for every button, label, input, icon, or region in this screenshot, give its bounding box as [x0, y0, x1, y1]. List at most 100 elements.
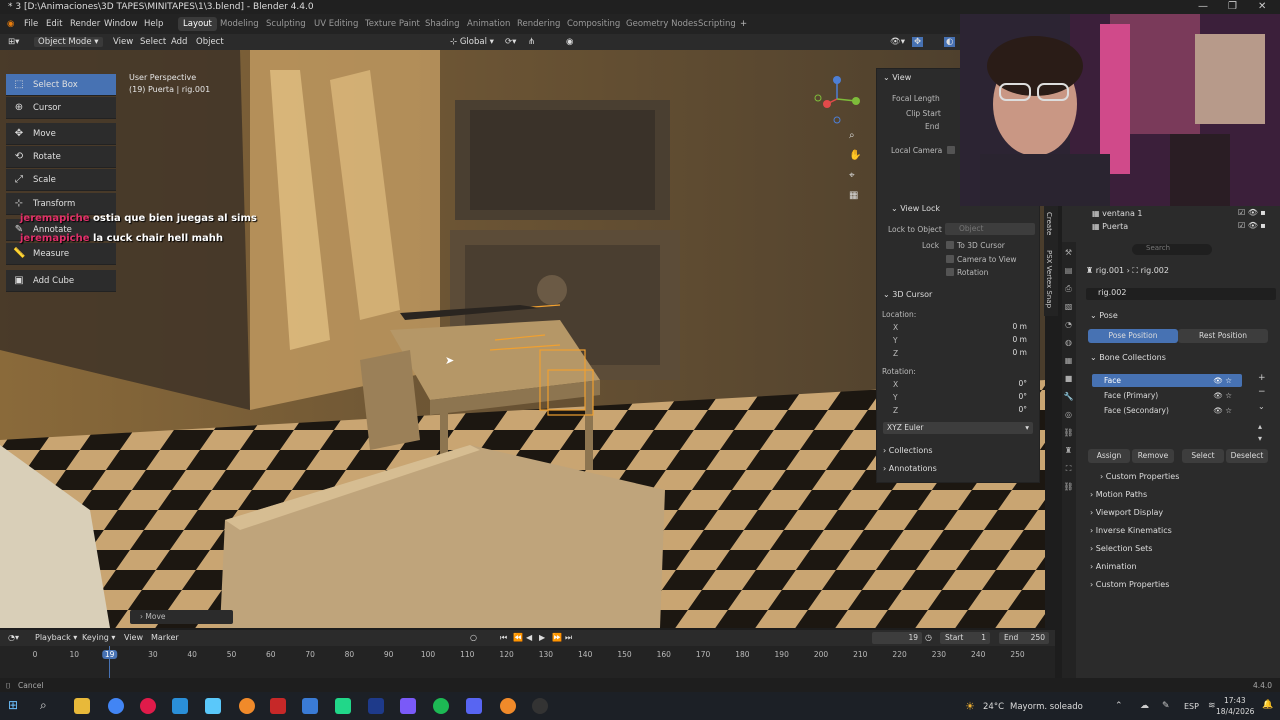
jump-end-icon[interactable]: ⏭ — [565, 633, 572, 643]
loc-y-field[interactable]: 0 m — [885, 334, 1031, 346]
tab-animation[interactable]: Animation — [467, 19, 510, 29]
tool-add-cube[interactable]: ▣ Add Cube — [6, 270, 116, 292]
discord-icon[interactable] — [466, 698, 482, 714]
transform-orientation-dropdown[interactable]: ⊹ Global ▾ — [450, 37, 494, 47]
rotation-lock-checkbox[interactable] — [946, 268, 954, 276]
menu-render[interactable]: Render — [70, 19, 100, 29]
playback-menu[interactable]: Playback ▾ — [35, 633, 77, 642]
tool-measure[interactable]: 📏 Measure — [6, 243, 116, 265]
obs-icon[interactable] — [532, 698, 548, 714]
blender-taskbar-icon[interactable] — [239, 698, 255, 714]
constraint-tab-icon[interactable]: ⛓ — [1063, 428, 1074, 439]
select-menu[interactable]: Select — [140, 37, 166, 47]
modifier-tab-icon[interactable]: 🔧 — [1063, 392, 1074, 403]
wifi-icon[interactable]: ≋ — [1208, 701, 1216, 711]
motion-paths-header[interactable]: › Motion Paths — [1090, 490, 1147, 499]
gizmo-toggle-icon[interactable]: ✥ — [912, 37, 924, 47]
play-reverse-icon[interactable]: ◀ — [526, 633, 532, 642]
search-icon[interactable]: ⌕ — [40, 698, 56, 714]
tab-geometry-nodes[interactable]: Geometry Nodes — [626, 19, 698, 29]
marker-menu[interactable]: Marker — [151, 633, 179, 642]
end-frame-field[interactable]: End 250 — [999, 632, 1049, 644]
loc-z-field[interactable]: 0 m — [885, 347, 1031, 359]
checkbox-icon[interactable]: ☑ — [1238, 208, 1245, 217]
bone-collection-item[interactable]: Face (Secondary) 👁 ☆ — [1092, 404, 1242, 417]
viewport-display-header[interactable]: › Viewport Display — [1090, 508, 1163, 517]
tray-chevron-icon[interactable]: ⌃ — [1115, 701, 1123, 711]
armature-name-field[interactable]: rig.002 — [1086, 288, 1276, 300]
visual-studio-icon[interactable] — [368, 698, 384, 714]
pivot-icon[interactable]: ⟳▾ — [505, 37, 516, 47]
remove-collection-icon[interactable]: − — [1258, 387, 1266, 397]
collection-tab-icon[interactable]: ▦ — [1063, 356, 1074, 367]
snap-icon[interactable]: ⋔ — [528, 37, 535, 47]
eye-icon[interactable]: 👁 ☆ — [1213, 376, 1232, 385]
remove-button[interactable]: Remove — [1132, 449, 1174, 463]
start-frame-field[interactable]: Start 1 — [940, 632, 990, 644]
view-menu[interactable]: View — [113, 37, 133, 47]
bone-tab-icon[interactable]: ⛶ — [1063, 464, 1074, 475]
timeline-view-menu[interactable]: View — [124, 633, 143, 642]
add-collection-icon[interactable]: + — [1258, 373, 1266, 383]
outliner-item[interactable]: ▦ ventana 1 — [1092, 209, 1142, 218]
bone-collections-header[interactable]: ⌄ Bone Collections — [1090, 353, 1166, 362]
view-section-header[interactable]: ⌄ View — [883, 73, 911, 82]
pan-hand-icon[interactable]: ✋ — [849, 150, 863, 164]
tab-shading[interactable]: Shading — [425, 19, 460, 29]
weather-desc[interactable]: Mayorm. soleado — [1010, 702, 1083, 712]
overlays-icon[interactable]: ◐ — [944, 37, 956, 47]
tab-texture-paint[interactable]: Texture Paint — [365, 19, 420, 29]
current-frame-field[interactable]: 19 — [872, 632, 922, 644]
object-menu[interactable]: Object — [196, 37, 224, 47]
tool-tab-icon[interactable]: ⚒ — [1063, 248, 1074, 259]
tab-rendering[interactable]: Rendering — [517, 19, 560, 29]
outliner-item[interactable]: ▦ Puerta — [1092, 222, 1128, 231]
minimize-icon[interactable]: — — [1198, 1, 1208, 12]
eye-icon[interactable]: 👁 ☆ — [1213, 391, 1232, 400]
view-lock-header[interactable]: ⌄ View Lock — [891, 204, 940, 213]
scene-tab-icon[interactable]: ◔ — [1063, 320, 1074, 331]
visibility-icon[interactable]: 👁▾ — [890, 37, 905, 47]
windows-start-icon[interactable]: ⊞ — [8, 698, 24, 714]
camera-to-view-checkbox[interactable] — [946, 255, 954, 263]
bone-collection-item[interactable]: Face (Primary) 👁 ☆ — [1092, 389, 1242, 402]
rot-y-field[interactable]: 0° — [885, 391, 1031, 403]
rotation-mode-dropdown[interactable]: XYZ Euler ▾ — [883, 422, 1033, 434]
3d-cursor-header[interactable]: ⌄ 3D Cursor — [883, 290, 932, 299]
clock-time[interactable]: 17:43 — [1224, 696, 1246, 705]
world-tab-icon[interactable]: ◍ — [1063, 338, 1074, 349]
record-icon[interactable]: ○ — [470, 633, 477, 642]
camera-view-icon[interactable]: ⌖ — [849, 170, 863, 184]
pycharm-icon[interactable] — [335, 698, 351, 714]
animation-header[interactable]: › Animation — [1090, 562, 1137, 571]
selection-sets-header[interactable]: › Selection Sets — [1090, 544, 1152, 553]
editor-type-icon[interactable]: ⊞▾ — [8, 37, 19, 47]
assign-button[interactable]: Assign — [1088, 449, 1130, 463]
app-icon[interactable] — [400, 698, 416, 714]
object-mode-dropdown[interactable]: Object Mode ▾ — [34, 37, 103, 47]
pose-section-header[interactable]: ⌄ Pose — [1090, 311, 1118, 320]
camera-icon[interactable]: ▪ — [1260, 221, 1265, 230]
edge-icon[interactable] — [172, 698, 188, 714]
tab-psx-vertex-snap[interactable]: PSX Vertex Snap — [1045, 250, 1053, 308]
render-tab-icon[interactable]: ▤ — [1063, 266, 1074, 277]
tool-transform[interactable]: ⊹ Transform — [6, 193, 116, 215]
proportional-edit-icon[interactable]: ◉ — [566, 37, 573, 47]
tool-select-box[interactable]: ⬚ Select Box — [6, 74, 116, 96]
chrome-icon[interactable] — [108, 698, 124, 714]
menu-window[interactable]: Window — [104, 19, 138, 29]
tab-sculpting[interactable]: Sculpting — [266, 19, 306, 29]
playhead[interactable] — [109, 646, 110, 678]
menu-file[interactable]: File — [24, 19, 38, 29]
tab-layout[interactable]: Layout — [178, 17, 217, 31]
lock-object-field[interactable]: Object — [945, 223, 1035, 235]
move-down-icon[interactable]: ▾ — [1258, 434, 1262, 443]
eye-icon[interactable]: 👁 — [1248, 208, 1258, 217]
view-layer-tab-icon[interactable]: ▧ — [1063, 302, 1074, 313]
tab-create[interactable]: Create — [1045, 212, 1053, 235]
inverse-kinematics-header[interactable]: › Inverse Kinematics — [1090, 526, 1172, 535]
rot-x-field[interactable]: 0° — [885, 378, 1031, 390]
tray-pen-icon[interactable]: ✎ — [1162, 701, 1170, 711]
output-tab-icon[interactable]: ⎙ — [1063, 284, 1074, 295]
file-explorer-icon[interactable] — [74, 698, 90, 714]
